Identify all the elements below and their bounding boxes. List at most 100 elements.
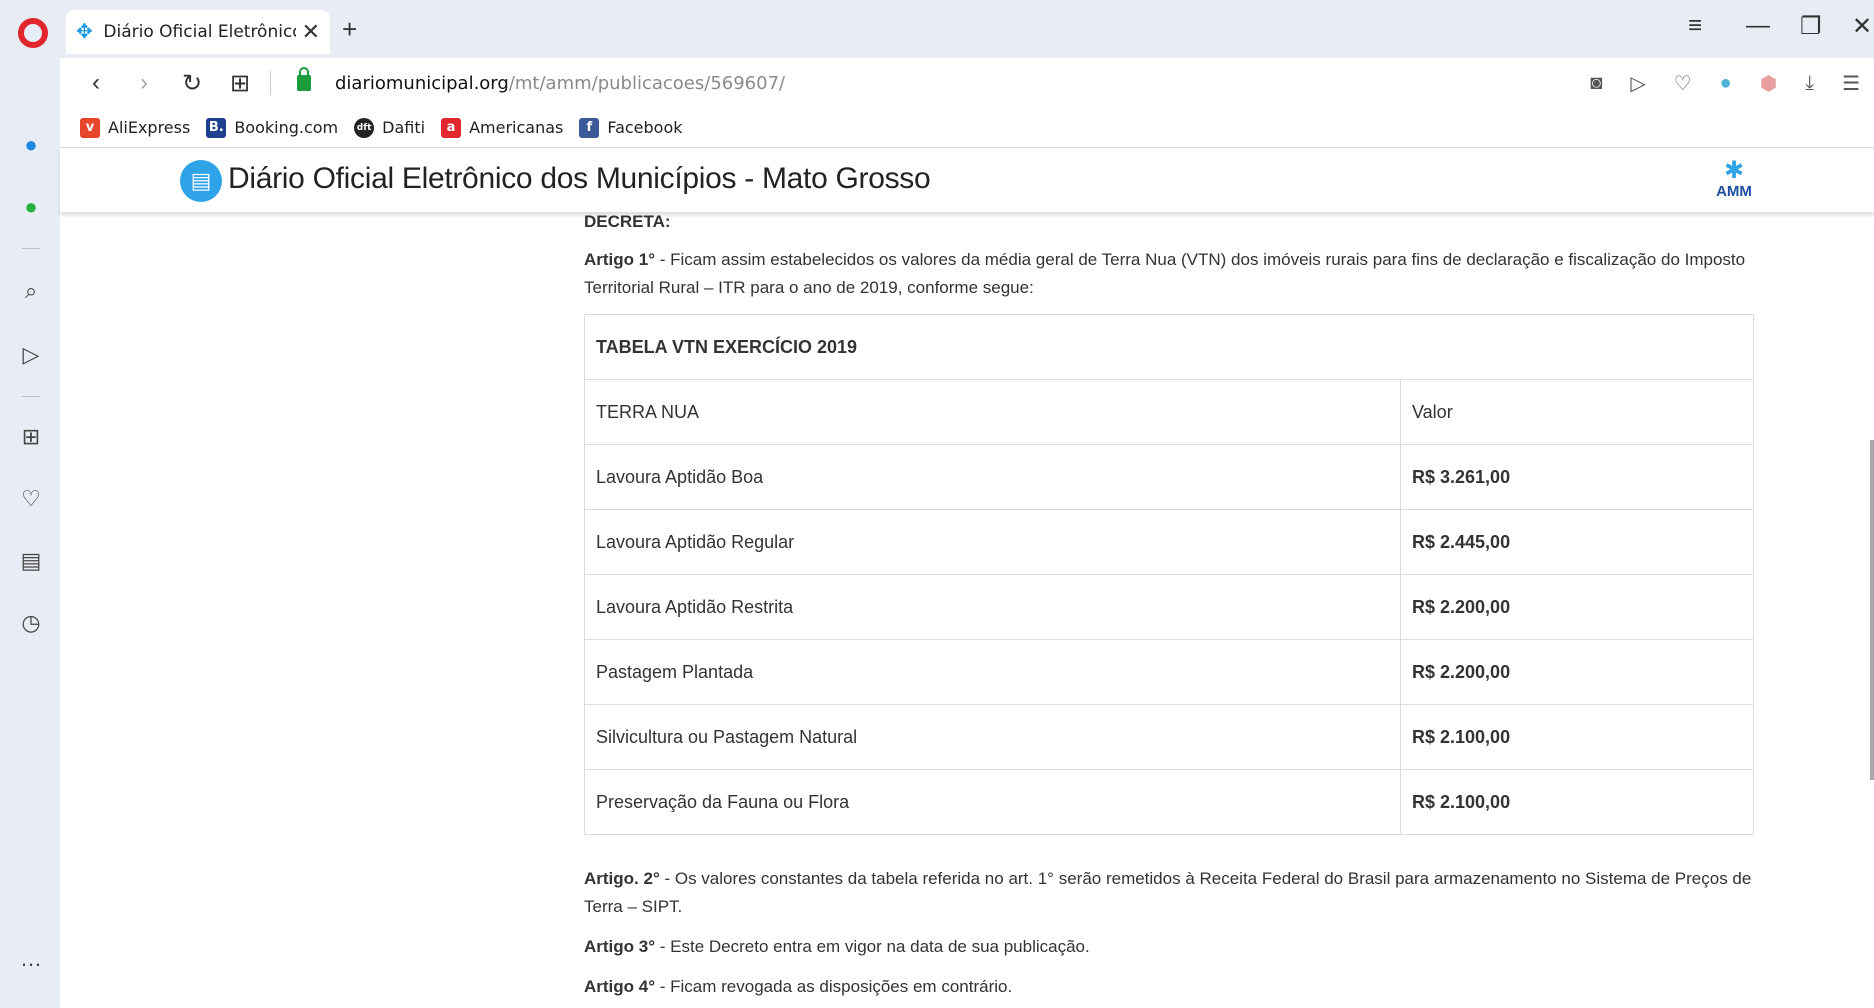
bookmark-facebook[interactable]: f Facebook <box>579 117 683 138</box>
speed-dial-icon[interactable]: ⊞ <box>228 69 252 98</box>
close-tab-icon[interactable]: ✕ <box>302 19 320 45</box>
table-row: Preservação da Fauna ou Flora R$ 2.100,0… <box>584 769 1754 835</box>
artigo-3: Artigo 3° - Este Decreto entra em vigor … <box>584 933 1756 961</box>
site-favicon-icon: ✥ <box>76 21 93 43</box>
more-icon[interactable]: … <box>18 946 44 972</box>
bookmarks-bar: v AliExpress B. Booking.com dft Dafiti a… <box>60 108 1874 148</box>
table-title: TABELA VTN EXERCÍCIO 2019 <box>584 314 1754 380</box>
bookmark-label: Booking.com <box>234 118 339 137</box>
column-header: Valor <box>1400 379 1754 445</box>
facebook-icon: f <box>579 117 600 138</box>
snapshot-icon[interactable]: ◙ <box>1590 72 1602 95</box>
bookmark-booking[interactable]: B. Booking.com <box>206 117 339 138</box>
sidebar-divider <box>22 248 40 249</box>
speed-dial-icon[interactable]: ⊞ <box>18 424 44 450</box>
url-field[interactable]: diariomunicipal.org/mt/amm/publicacoes/5… <box>335 73 785 94</box>
new-tab-icon[interactable]: + <box>342 14 357 45</box>
url-host: diariomunicipal.org <box>335 72 509 94</box>
sidebar-divider <box>22 396 40 397</box>
easy-setup-icon[interactable]: ☰ <box>1842 71 1860 96</box>
bookmark-dafiti[interactable]: dft Dafiti <box>354 117 426 138</box>
table-cell: R$ 2.445,00 <box>1400 509 1754 575</box>
artigo-label: Artigo 3° <box>584 937 656 956</box>
bookmark-label: Dafiti <box>382 118 426 137</box>
table-cell: Lavoura Aptidão Restrita <box>584 574 1401 640</box>
bookmark-aliexpress[interactable]: v AliExpress <box>80 117 191 138</box>
tab-title: Diário Oficial Eletrônico do <box>103 22 296 42</box>
artigo-text: - Ficam assim estabelecidos os valores d… <box>584 250 1746 297</box>
extension-icon[interactable]: ⬢ <box>1760 71 1777 96</box>
close-window-icon[interactable]: ✕ <box>1852 12 1872 41</box>
americanas-icon: a <box>441 117 462 138</box>
bookmark-label: Facebook <box>607 118 683 137</box>
lock-icon[interactable] <box>297 67 311 91</box>
artigo-1: Artigo 1° - Ficam assim estabelecidos os… <box>584 246 1756 302</box>
decreta-heading: DECRETA: <box>584 212 671 231</box>
column-header: TERRA NUA <box>584 379 1401 445</box>
table-row: Lavoura Aptidão Restrita R$ 2.200,00 <box>584 574 1754 640</box>
table-cell: Silvicultura ou Pastagem Natural <box>584 704 1401 770</box>
booking-icon: B. <box>206 117 227 138</box>
table-cell: R$ 2.100,00 <box>1400 769 1754 835</box>
history-icon[interactable]: ◷ <box>18 610 44 636</box>
table-row: Lavoura Aptidão Boa R$ 3.261,00 <box>584 444 1754 510</box>
artigo-text: - Este Decreto entra em vigor na data de… <box>655 937 1090 956</box>
search-icon[interactable]: ⌕ <box>18 278 44 304</box>
forward-icon[interactable]: › <box>132 69 156 97</box>
url-path: /mt/amm/publicacoes/569607/ <box>508 72 786 94</box>
whatsapp-icon[interactable]: ● <box>18 194 44 220</box>
table-row: TABELA VTN EXERCÍCIO 2019 <box>584 314 1754 380</box>
news-icon[interactable]: ▤ <box>18 548 44 574</box>
artigo-label: Artigo 4° <box>584 977 656 996</box>
divider <box>270 71 271 95</box>
newspaper-icon[interactable]: ▤ <box>180 160 222 202</box>
table-row: Pastagem Plantada R$ 2.200,00 <box>584 639 1754 705</box>
bookmark-americanas[interactable]: a Americanas <box>441 117 564 138</box>
heart-icon[interactable]: ♡ <box>18 486 44 512</box>
table-cell: R$ 2.100,00 <box>1400 704 1754 770</box>
address-bar: ‹ › ↻ ⊞ diariomunicipal.org/mt/amm/publi… <box>60 58 1874 108</box>
table-row: Lavoura Aptidão Regular R$ 2.445,00 <box>584 509 1754 575</box>
aliexpress-icon: v <box>80 117 100 138</box>
opera-logo-icon[interactable] <box>18 18 48 48</box>
tab-menu-icon[interactable]: ≡ <box>1688 12 1702 40</box>
table-row: Silvicultura ou Pastagem Natural R$ 2.10… <box>584 704 1754 770</box>
download-icon[interactable]: ⤓ <box>1805 72 1814 95</box>
back-icon[interactable]: ‹ <box>84 69 108 97</box>
artigo-text: - Ficam revogada as disposições em contr… <box>655 977 1013 996</box>
heart-icon[interactable]: ♡ <box>1674 71 1692 96</box>
artigo-2: Artigo. 2° - Os valores constantes da ta… <box>584 865 1756 921</box>
table-cell: R$ 2.200,00 <box>1400 639 1754 705</box>
site-title[interactable]: Diário Oficial Eletrônico dos Municípios… <box>228 162 931 196</box>
opera-sidebar: ● ● ⌕ ▷ ⊞ ♡ ▤ ◷ … <box>0 58 60 1008</box>
vtn-table: TABELA VTN EXERCÍCIO 2019 TERRA NUA Valo… <box>584 314 1754 835</box>
amm-logo-text: AMM <box>1716 183 1752 200</box>
bookmark-label: Americanas <box>469 118 564 137</box>
bookmark-label: AliExpress <box>108 118 191 137</box>
dafiti-icon: dft <box>354 117 375 138</box>
artigo-label: Artigo 1° <box>584 250 656 269</box>
table-cell: R$ 3.261,00 <box>1400 444 1754 510</box>
artigo-label: Artigo. 2° <box>584 869 660 888</box>
table-cell: R$ 2.200,00 <box>1400 574 1754 640</box>
tab-bar: ✥ Diário Oficial Eletrônico do ✕ + ≡ — ❐… <box>0 0 1874 58</box>
document-content: DECRETA: Artigo 1° - Ficam assim estabel… <box>584 208 1756 1008</box>
vpn-icon[interactable]: ● <box>1720 72 1732 95</box>
artigo-4: Artigo 4° - Ficam revogada as disposiçõe… <box>584 973 1756 1001</box>
flow-icon[interactable]: ▷ <box>18 342 44 368</box>
table-header-row: TERRA NUA Valor <box>584 379 1754 445</box>
table-cell: Lavoura Aptidão Boa <box>584 444 1401 510</box>
artigo-text: - Os valores constantes da tabela referi… <box>584 869 1752 916</box>
amm-logo[interactable]: ✱ AMM <box>1706 158 1762 204</box>
table-cell: Preservação da Fauna ou Flora <box>584 769 1401 835</box>
minimize-icon[interactable]: — <box>1746 12 1770 40</box>
vertical-scrollbar[interactable] <box>1870 440 1874 780</box>
messenger-icon[interactable]: ● <box>18 132 44 158</box>
send-icon[interactable]: ▷ <box>1630 71 1645 96</box>
tab-active[interactable]: ✥ Diário Oficial Eletrônico do ✕ <box>66 10 330 54</box>
reload-icon[interactable]: ↻ <box>180 69 204 98</box>
address-actions: ◙ ▷ ♡ ● ⬢ ⤓ ☰ <box>1576 58 1874 108</box>
table-cell: Lavoura Aptidão Regular <box>584 509 1401 575</box>
restore-icon[interactable]: ❐ <box>1800 12 1822 41</box>
site-header: ▤ Diário Oficial Eletrônico dos Municípi… <box>60 148 1874 212</box>
